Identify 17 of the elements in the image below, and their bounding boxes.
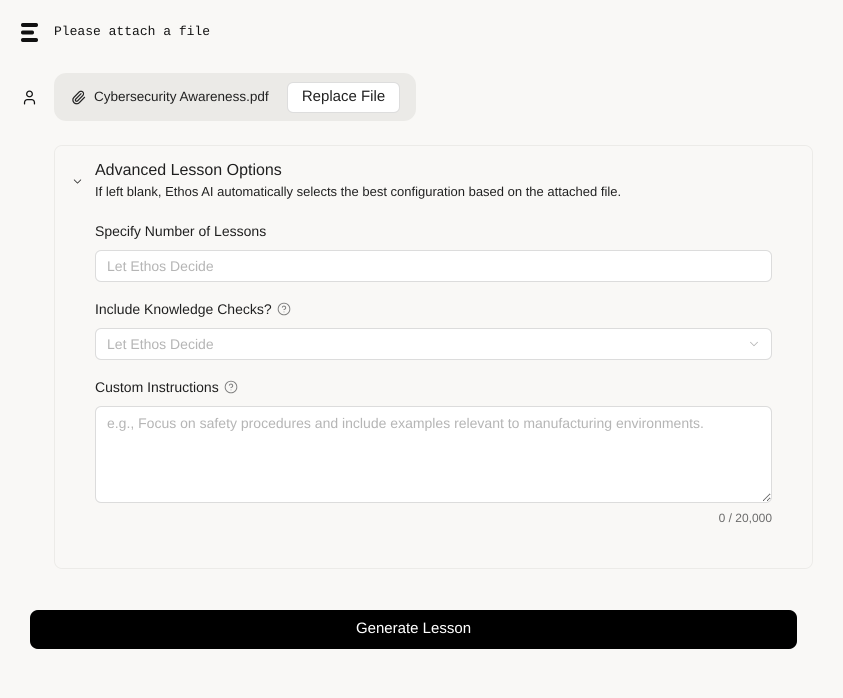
replace-file-button[interactable]: Replace File xyxy=(287,82,400,112)
section-title[interactable]: Advanced Lesson Options xyxy=(95,161,622,181)
section-description: If left blank, Ethos AI automatically selects the best configuration based on the attached file. xyxy=(95,183,622,201)
paperclip-icon xyxy=(71,90,86,104)
file-name: Cybersecurity Awareness.pdf xyxy=(94,88,269,106)
character-counter: 0 / 20,000 xyxy=(718,510,772,526)
page-title: Please attach a file xyxy=(54,23,210,42)
help-icon[interactable] xyxy=(224,380,238,394)
input-field[interactable]: Let Ethos Decide xyxy=(95,250,772,282)
field-label: Custom Instructions xyxy=(95,378,219,397)
text-area[interactable]: e.g., Focus on safety procedures and include examples relevant to manufacturing environments. xyxy=(95,406,772,503)
user-icon xyxy=(21,88,38,106)
help-icon[interactable] xyxy=(276,302,291,316)
menu-icon[interactable] xyxy=(21,22,38,42)
generate-lesson-button[interactable]: Generate Lesson xyxy=(30,610,797,649)
field-label: Specify Number of Lessons xyxy=(95,222,266,241)
field-label: Include Knowledge Checks? xyxy=(95,300,272,319)
